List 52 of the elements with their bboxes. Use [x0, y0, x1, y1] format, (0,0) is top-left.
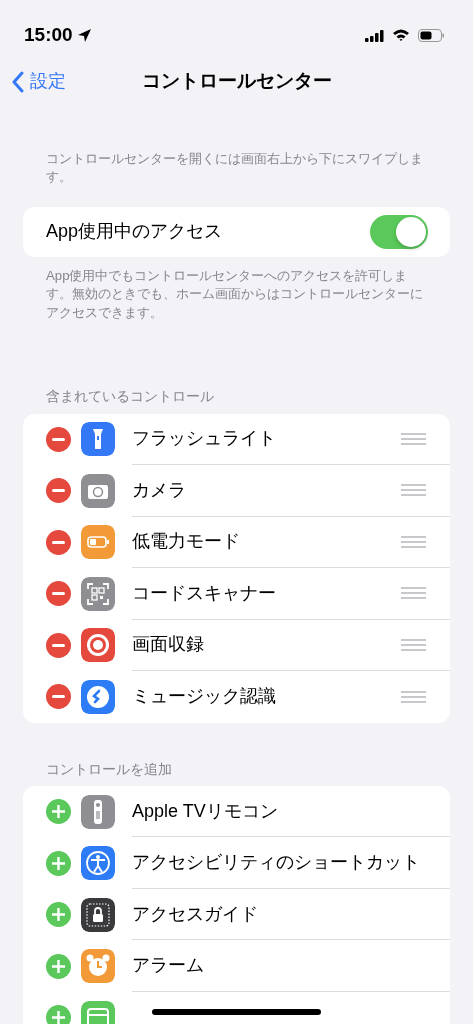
signal-icon [365, 28, 384, 42]
minus-icon [52, 695, 65, 699]
control-label: Apple TVリモコン [132, 799, 279, 823]
minus-icon [52, 643, 65, 647]
control-label: アラーム [132, 954, 205, 978]
control-label: 画面収録 [132, 633, 205, 657]
plus-icon [52, 1011, 65, 1024]
remove-button[interactable] [46, 632, 71, 658]
section-header: コントロールを追加 [45, 760, 173, 779]
back-button[interactable]: 設定 [12, 68, 66, 95]
control-label: コードスキャナー [132, 581, 277, 605]
plus-icon [52, 805, 65, 819]
page-title: コントロールセンター [141, 68, 332, 93]
remove-button[interactable] [46, 478, 71, 504]
battery-icon [418, 28, 445, 42]
status-time: 15:00 [24, 22, 73, 47]
add-button[interactable] [46, 953, 71, 979]
drag-handle-icon[interactable] [401, 690, 426, 703]
wifi-icon [392, 28, 410, 42]
drag-handle-icon[interactable] [401, 535, 426, 548]
drag-handle-icon[interactable] [401, 484, 426, 497]
back-icon [12, 70, 24, 93]
plus-icon [52, 908, 65, 922]
add-button[interactable] [46, 902, 71, 928]
setting-note: App使用中でもコントロールセンターへのアクセスを許可します。無効のときでも、ホーム画面からはコントロールセンターにアクセスできます。 [45, 266, 424, 322]
minus-icon [52, 592, 65, 596]
control-label: 低電力モード [132, 530, 241, 554]
add-button[interactable] [46, 1005, 71, 1024]
drag-handle-icon[interactable] [401, 638, 426, 651]
minus-icon [52, 437, 65, 441]
plus-icon [52, 959, 65, 973]
toggle-switch[interactable] [370, 214, 428, 249]
setting-label: App使用中のアクセス [46, 220, 223, 244]
location-icon [76, 27, 92, 43]
minus-icon [52, 540, 65, 544]
control-label: アクセスガイド [132, 902, 259, 926]
plus-icon [52, 856, 65, 870]
remove-button[interactable] [46, 581, 71, 607]
add-button[interactable] [46, 799, 71, 825]
minus-icon [52, 489, 65, 493]
drag-handle-icon[interactable] [401, 432, 426, 445]
control-label: フラッシュライト [132, 427, 277, 451]
add-button[interactable] [46, 850, 71, 876]
control-label: カメラ [132, 478, 187, 502]
control-label: アクセシビリティのショートカット [132, 851, 421, 875]
drag-handle-icon[interactable] [401, 587, 426, 600]
remove-button[interactable] [46, 684, 71, 710]
section-header: 含まれているコントロール [45, 388, 215, 407]
remove-button[interactable] [46, 529, 71, 555]
control-label: ミュージック認識 [132, 685, 277, 709]
remove-button[interactable] [46, 426, 71, 452]
intro-text: コントロールセンターを開くには画面右上から下にスワイプします。 [45, 150, 424, 187]
